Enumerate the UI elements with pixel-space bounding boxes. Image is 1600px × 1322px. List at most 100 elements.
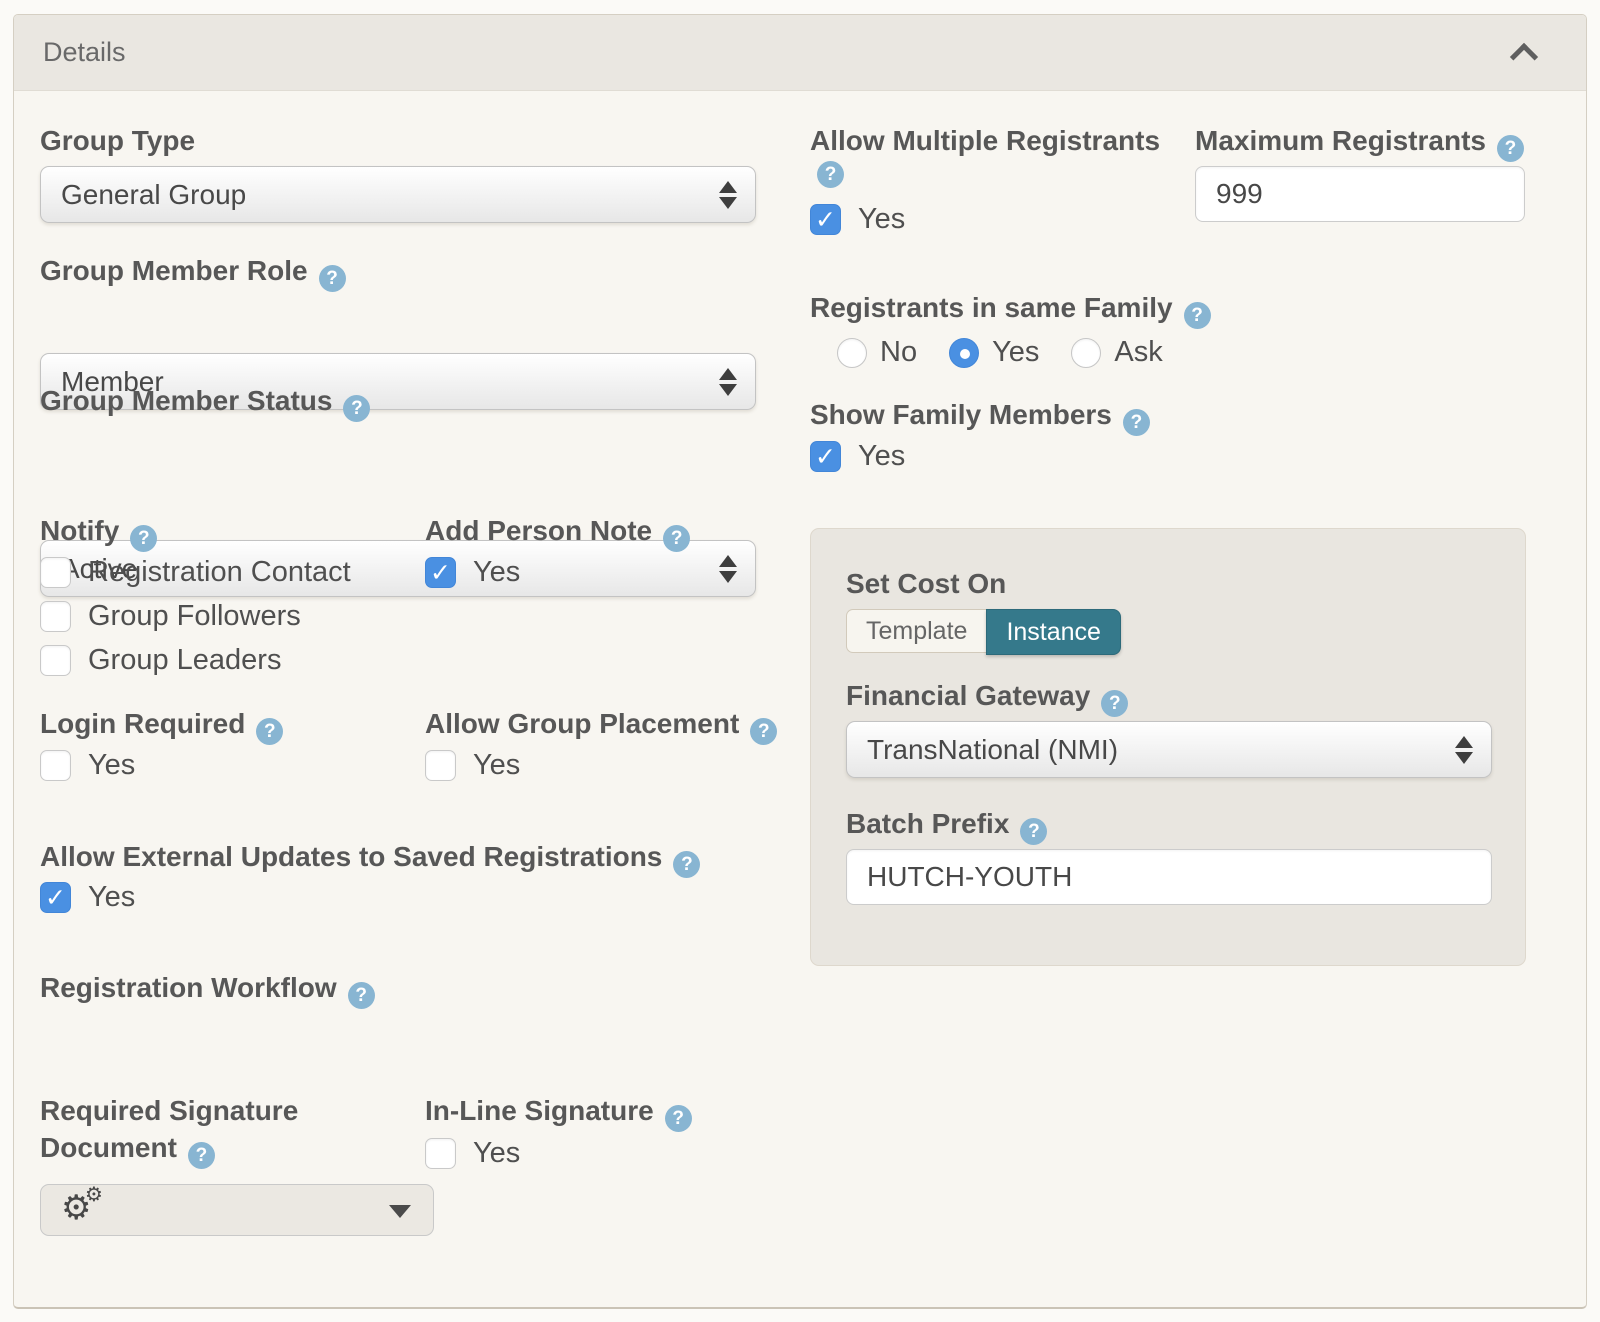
group-leaders-label[interactable]: Group Leaders	[88, 644, 281, 677]
help-icon[interactable]	[1101, 690, 1128, 717]
notify-label: Notify	[40, 512, 157, 552]
allow-multiple-registrants-checkbox[interactable]	[810, 204, 841, 235]
login-required-checkbox[interactable]	[40, 750, 71, 781]
batch-prefix-label-text: Batch Prefix	[846, 808, 1009, 839]
panel-title: Details	[43, 37, 126, 68]
inline-signature-row: Yes	[425, 1137, 520, 1170]
help-icon[interactable]	[1497, 135, 1524, 162]
group-member-status-label-text: Group Member Status	[40, 385, 332, 416]
radio-ask-label[interactable]: Ask	[1114, 336, 1162, 369]
group-member-status-label: Group Member Status	[40, 382, 370, 422]
notify-label-text: Notify	[40, 515, 119, 546]
registration-workflow-label-text: Registration Workflow	[40, 972, 337, 1003]
show-family-members-label-text: Show Family Members	[810, 399, 1112, 430]
allow-multiple-registrants-label-text: Allow Multiple Registrants	[810, 125, 1160, 156]
help-icon[interactable]	[130, 525, 157, 552]
chevron-up-icon[interactable]	[1510, 42, 1538, 70]
registration-contact-label[interactable]: Registration Contact	[88, 556, 351, 589]
registrants-in-same-family-radio-group: No Yes Ask	[837, 336, 1163, 369]
login-required-label-text: Login Required	[40, 708, 245, 739]
add-person-note-yes-label[interactable]: Yes	[473, 556, 520, 589]
help-icon[interactable]	[188, 1142, 215, 1169]
cost-settings-well: Set Cost On Template Instance Financial …	[810, 528, 1526, 966]
set-cost-on-label: Set Cost On	[846, 565, 1006, 602]
allow-external-updates-checkbox[interactable]	[40, 882, 71, 913]
radio-no[interactable]	[837, 338, 867, 368]
radio-yes[interactable]	[949, 338, 979, 368]
group-type-value: General Group	[61, 179, 246, 211]
set-cost-template-button[interactable]: Template	[846, 609, 986, 653]
registration-workflow-picker[interactable]	[40, 1184, 434, 1236]
radio-ask[interactable]	[1071, 338, 1101, 368]
group-type-label: Group Type	[40, 122, 195, 159]
radio-yes-label[interactable]: Yes	[992, 336, 1039, 369]
group-type-select[interactable]: General Group	[40, 166, 756, 223]
allow-group-placement-checkbox[interactable]	[425, 750, 456, 781]
inline-signature-yes-label[interactable]: Yes	[473, 1137, 520, 1170]
inline-signature-label: In-Line Signature	[425, 1092, 692, 1132]
registration-contact-checkbox[interactable]	[40, 557, 71, 588]
batch-prefix-input[interactable]	[846, 849, 1492, 905]
help-icon[interactable]	[256, 718, 283, 745]
help-icon[interactable]	[673, 851, 700, 878]
maximum-registrants-label: Maximum Registrants	[1195, 122, 1524, 162]
show-family-members-yes-label[interactable]: Yes	[858, 440, 905, 473]
allow-multiple-registrants-yes-label[interactable]: Yes	[858, 203, 905, 236]
financial-gateway-label-text: Financial Gateway	[846, 680, 1090, 711]
allow-external-updates-label: Allow External Updates to Saved Registra…	[40, 838, 700, 878]
set-cost-on-toggle: Template Instance	[846, 609, 1121, 655]
group-followers-label[interactable]: Group Followers	[88, 600, 301, 633]
group-member-role-label: Group Member Role	[40, 252, 346, 292]
add-person-note-label: Add Person Note	[425, 512, 690, 552]
help-icon[interactable]	[817, 161, 844, 188]
group-leaders-checkbox[interactable]	[40, 645, 71, 676]
up-down-arrows-icon	[719, 178, 737, 212]
group-member-role-label-text: Group Member Role	[40, 255, 308, 286]
radio-item-no: No	[837, 336, 917, 369]
group-type-label-text: Group Type	[40, 125, 195, 156]
help-icon[interactable]	[343, 395, 370, 422]
help-icon[interactable]	[665, 1105, 692, 1132]
allow-multiple-registrants-label: Allow Multiple Registrants	[810, 122, 1160, 159]
help-icon[interactable]	[663, 525, 690, 552]
set-cost-instance-button[interactable]: Instance	[986, 609, 1121, 655]
radio-item-ask: Ask	[1071, 336, 1162, 369]
panel-header[interactable]: Details	[14, 15, 1586, 91]
financial-gateway-label: Financial Gateway	[846, 677, 1128, 717]
help-icon[interactable]	[1184, 302, 1211, 329]
radio-item-yes: Yes	[949, 336, 1039, 369]
show-family-members-checkbox[interactable]	[810, 441, 841, 472]
up-down-arrows-icon	[719, 552, 737, 586]
help-icon[interactable]	[750, 718, 777, 745]
group-followers-checkbox[interactable]	[40, 601, 71, 632]
caret-down-icon	[389, 1205, 411, 1218]
maximum-registrants-input[interactable]	[1195, 166, 1525, 222]
add-person-note-label-text: Add Person Note	[425, 515, 652, 546]
help-icon[interactable]	[1123, 409, 1150, 436]
inline-signature-checkbox[interactable]	[425, 1138, 456, 1169]
registration-workflow-label: Registration Workflow	[40, 969, 375, 1009]
allow-multiple-registrants-row: Yes	[810, 203, 905, 236]
allow-external-updates-yes-label[interactable]: Yes	[88, 881, 135, 914]
notify-group-followers-row: Group Followers	[40, 600, 301, 633]
allow-group-placement-yes-label[interactable]: Yes	[473, 749, 520, 782]
financial-gateway-select[interactable]: TransNational (NMI)	[846, 721, 1492, 778]
page: Details Group Type General Group Group M…	[0, 0, 1600, 1322]
login-required-yes-label[interactable]: Yes	[88, 749, 135, 782]
maximum-registrants-label-text: Maximum Registrants	[1195, 125, 1486, 156]
radio-no-label[interactable]: No	[880, 336, 917, 369]
notify-group-leaders-row: Group Leaders	[40, 644, 281, 677]
login-required-label: Login Required	[40, 705, 283, 745]
allow-group-placement-label-text: Allow Group Placement	[425, 708, 739, 739]
login-required-row: Yes	[40, 749, 135, 782]
required-signature-document-label: Required Signature Document	[40, 1092, 388, 1169]
help-icon[interactable]	[348, 982, 375, 1009]
registrants-in-same-family-label-text: Registrants in same Family	[810, 292, 1173, 323]
gears-icon	[61, 1192, 107, 1228]
allow-multiple-registrants-help	[817, 161, 844, 188]
inline-signature-label-text: In-Line Signature	[425, 1095, 654, 1126]
help-icon[interactable]	[319, 265, 346, 292]
help-icon[interactable]	[1020, 818, 1047, 845]
add-person-note-checkbox[interactable]	[425, 557, 456, 588]
show-family-members-label: Show Family Members	[810, 396, 1150, 436]
